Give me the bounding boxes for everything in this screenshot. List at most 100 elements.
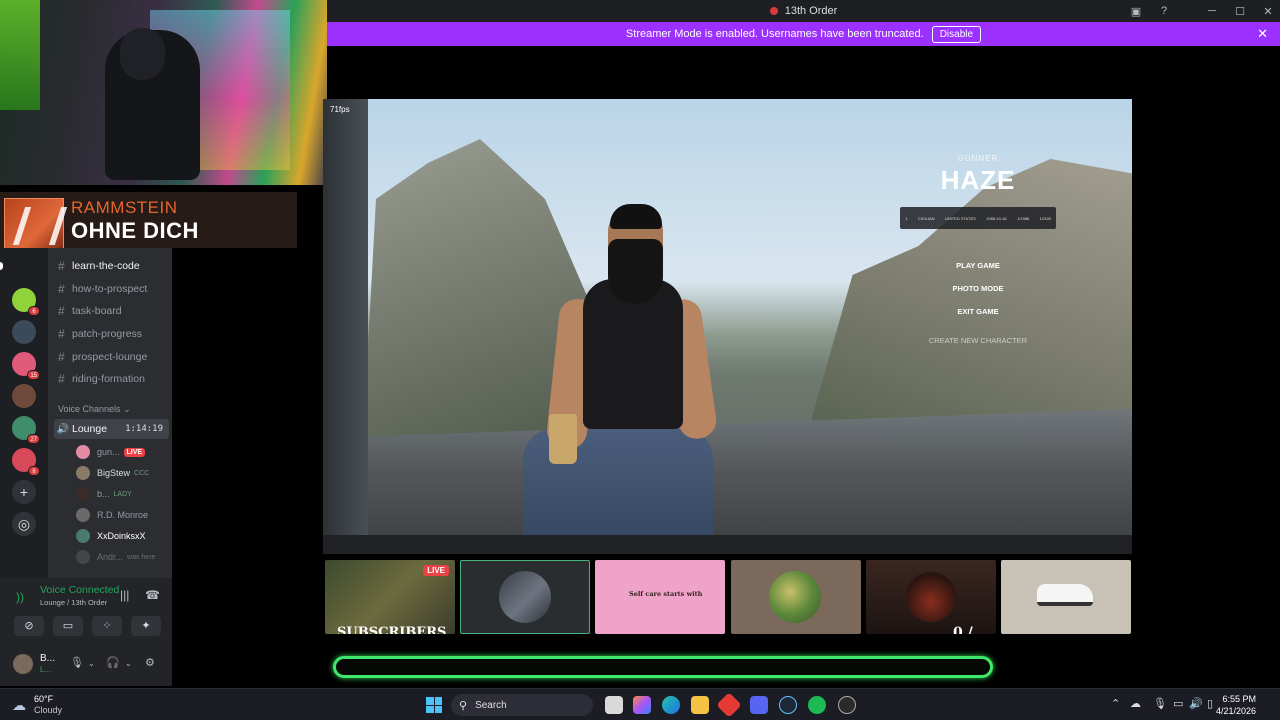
screen-share-button[interactable]: ▭ xyxy=(53,616,83,636)
desktop: RAMMSTEIN OHNE DICH 13th Order ▣ ? ─ ☐ ✕… xyxy=(0,0,1280,720)
edge-icon[interactable] xyxy=(662,696,680,714)
character-beard xyxy=(608,239,663,304)
server-icon[interactable]: 27 xyxy=(12,416,40,444)
server-icon[interactable]: 8 xyxy=(12,448,40,476)
onedrive-icon[interactable]: ☁ xyxy=(1130,697,1141,710)
now-playing-widget: RAMMSTEIN OHNE DICH xyxy=(0,192,297,252)
voice-member[interactable]: XxDoinksxX xyxy=(76,527,172,545)
banner-close-icon[interactable]: ✕ xyxy=(1257,26,1268,42)
noise-suppression-icon[interactable]: ||| xyxy=(120,588,129,602)
close-window-button[interactable]: ✕ xyxy=(1256,5,1280,18)
avatar[interactable] xyxy=(13,654,33,674)
disconnect-icon[interactable]: ☎ xyxy=(145,588,160,602)
avatar xyxy=(76,487,90,501)
server-icon[interactable]: 6 xyxy=(12,288,40,316)
system-clock[interactable]: 6:55 PM 4/21/2026 xyxy=(1216,693,1256,717)
activities-button[interactable]: ⁘ xyxy=(92,616,122,636)
file-explorer-icon[interactable] xyxy=(691,696,709,714)
start-button[interactable] xyxy=(426,697,442,713)
minimize-button[interactable]: ─ xyxy=(1200,5,1224,17)
server-rail: 6 15 27 8 + ◎ xyxy=(0,248,48,578)
signal-icon: )) xyxy=(16,590,24,604)
username[interactable]: B... xyxy=(40,653,55,664)
avatar xyxy=(76,529,90,543)
chevron-up-icon[interactable]: ⌃ xyxy=(1111,697,1120,710)
weather-condition[interactable]: Cloudy xyxy=(34,705,62,715)
voice-category-header[interactable]: Voice Channels ⌄ xyxy=(58,404,131,415)
voice-connected-status[interactable]: Voice Connected xyxy=(40,584,119,596)
banner-text: Streamer Mode is enabled. Usernames have… xyxy=(625,28,924,40)
server-icon[interactable]: 15 xyxy=(12,352,40,380)
disable-button[interactable]: Disable xyxy=(931,25,982,43)
cloud-icon[interactable]: ☁ xyxy=(12,697,26,714)
voice-channel-name: Lounge xyxy=(72,423,108,435)
taskbar-search[interactable]: ⚲ Search xyxy=(451,694,593,716)
server-icon[interactable] xyxy=(12,320,36,344)
member-tag: LADY xyxy=(113,490,132,498)
subscribers-label: SUBSCRIBERS xyxy=(337,625,447,634)
group-photo xyxy=(769,571,821,623)
photo-mode-button[interactable]: PHOTO MODE xyxy=(913,284,1043,293)
create-character-button[interactable]: CREATE NEW CHARACTER xyxy=(913,336,1043,345)
play-game-button[interactable]: PLAY GAME xyxy=(913,261,1043,270)
voice-member[interactable]: b... LADY xyxy=(76,485,172,503)
exit-game-button[interactable]: EXIT GAME xyxy=(913,307,1043,316)
voice-member[interactable]: Andr... was here xyxy=(76,548,172,566)
channel-how-to-prospect[interactable]: # how-to-prospect xyxy=(58,279,172,299)
chevron-down-icon: ⌄ xyxy=(123,404,131,414)
spotify-icon[interactable] xyxy=(808,696,826,714)
member-tag: was here xyxy=(127,553,156,561)
headphones-icon[interactable]: 🎧 xyxy=(106,656,120,669)
task-view-icon[interactable] xyxy=(605,696,623,714)
chevron-down-icon[interactable]: ⌄ xyxy=(88,659,95,668)
microphone-icon[interactable]: 🎙 xyxy=(70,656,84,669)
copilot-icon[interactable] xyxy=(633,696,651,714)
character-rank: GUNNER xyxy=(957,154,999,163)
voice-location[interactable]: Lounge / 13th Order xyxy=(40,598,107,607)
streamer-taskbar xyxy=(323,535,1132,554)
channel-prospect-lounge[interactable]: # prospect-lounge xyxy=(58,347,172,367)
self-care-tile: Self care starts with xyxy=(595,560,725,634)
goal-counter-tile: 0 / 10 xyxy=(866,560,996,634)
channel-task-board[interactable]: # task-board xyxy=(58,301,172,321)
white-car-tile xyxy=(1001,560,1131,634)
album-art xyxy=(4,198,64,252)
voice-member[interactable]: gun... LIVE xyxy=(76,443,172,461)
add-server-icon[interactable]: + xyxy=(12,480,36,504)
obs-icon[interactable] xyxy=(838,696,856,714)
self-care-text: Self care starts with xyxy=(629,590,703,598)
channel-learn-the-code[interactable]: # learn-the-code xyxy=(58,256,172,276)
steam-icon[interactable] xyxy=(779,696,797,714)
voice-member[interactable]: BigStew CCC xyxy=(76,464,172,482)
discover-icon[interactable]: ◎ xyxy=(12,512,36,536)
streamer-hood xyxy=(120,28,165,80)
hash-icon: # xyxy=(58,372,65,386)
character-header: GUNNER HAZE xyxy=(913,154,1043,196)
soundboard-button[interactable]: ✦ xyxy=(131,616,161,636)
chevron-down-icon[interactable]: ⌄ xyxy=(125,659,132,668)
channel-riding-formation[interactable]: # riding-formation xyxy=(58,369,172,389)
mention-badge: 27 xyxy=(27,434,40,444)
volume-icon[interactable]: 🔊 xyxy=(1189,697,1203,710)
settings-gear-icon[interactable]: ⚙ xyxy=(145,656,155,669)
app-diamond-icon[interactable] xyxy=(716,692,742,718)
search-icon: ⚲ xyxy=(459,699,468,712)
voice-member[interactable]: R.D. Monroe xyxy=(76,506,172,524)
microphone-tray-icon[interactable]: 🎙 xyxy=(1153,697,1167,710)
server-icon[interactable] xyxy=(12,384,36,408)
battery-icon[interactable]: ▯ xyxy=(1207,697,1213,710)
voice-channel-lounge[interactable]: 🔊 Lounge 1:14:19 xyxy=(54,419,169,439)
window-title: 13th Order xyxy=(784,5,838,17)
game-stream-view[interactable]: 71fps GUNNER HAZE 1 CIVILIAN UNITED STAT… xyxy=(323,99,1132,554)
hash-icon: # xyxy=(58,350,65,364)
weather-temperature[interactable]: 60°F xyxy=(34,694,53,704)
maximize-button[interactable]: ☐ xyxy=(1228,5,1252,18)
camera-button[interactable]: ⊘ xyxy=(14,616,44,636)
discord-icon[interactable] xyxy=(750,696,768,714)
inbox-icon[interactable]: ▣ xyxy=(1124,5,1148,18)
help-icon[interactable]: ? xyxy=(1152,5,1176,17)
channel-patch-progress[interactable]: # patch-progress xyxy=(58,324,172,344)
neon-sign xyxy=(0,0,40,110)
mention-badge: 8 xyxy=(28,466,40,476)
display-icon[interactable]: ▭ xyxy=(1173,697,1183,710)
